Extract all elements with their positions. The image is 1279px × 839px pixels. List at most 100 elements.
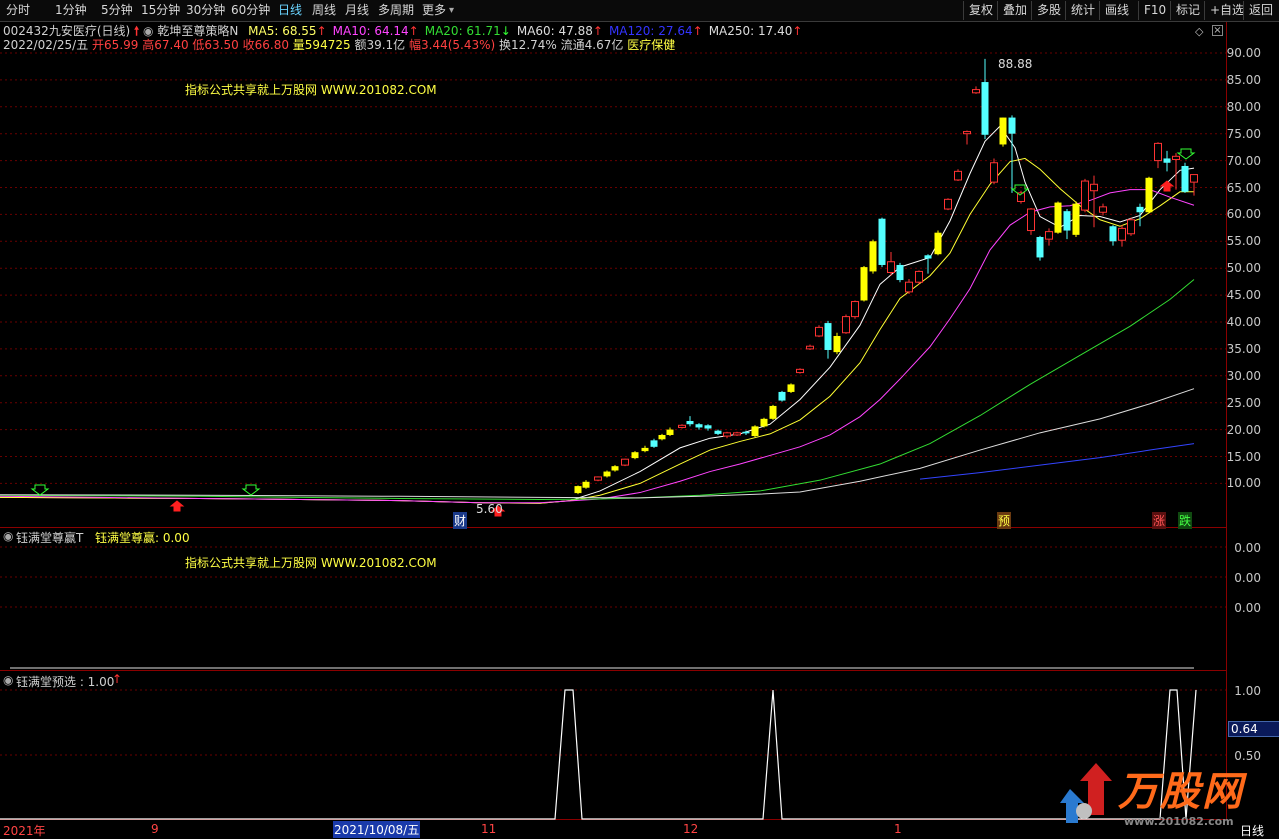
price-ytick: 70.00 — [1226, 153, 1261, 168]
candle-body — [733, 432, 741, 436]
candle-body — [1145, 177, 1153, 213]
candle-body — [851, 301, 859, 318]
candle-body — [695, 424, 703, 428]
cai-flag[interactable]: 财 — [453, 512, 468, 529]
price-ytick: 40.00 — [1226, 315, 1261, 329]
price-ytick: 35.00 — [1226, 341, 1261, 356]
pane2-ytick-2: 0.00 — [1234, 571, 1261, 585]
price-ytick: 30.00 — [1226, 368, 1261, 383]
xaxis-label-2021: 2021年 — [3, 824, 46, 838]
candle-body — [582, 481, 590, 488]
up-arrow-icon — [169, 500, 185, 512]
candle-body — [796, 368, 804, 374]
xaxis-label-9: 9 — [151, 822, 159, 836]
ma60-line — [0, 279, 1195, 501]
candle-body — [824, 323, 832, 350]
pane2-settings-icon[interactable]: ◉ — [3, 529, 13, 543]
ma250-line — [919, 443, 1195, 480]
low-price-label: 5.60 — [476, 502, 503, 516]
candle-body — [1072, 203, 1080, 235]
xaxis-cursor-date: 2021/10/08/五 — [333, 821, 421, 838]
die-flag[interactable]: 跌 — [1178, 512, 1193, 529]
candle-body — [658, 434, 666, 440]
candle-body — [833, 335, 841, 353]
candle-body — [1127, 219, 1135, 235]
candle-body — [574, 486, 582, 494]
candle-body — [787, 384, 795, 392]
high-price-label: 88.88 — [998, 57, 1033, 71]
candle-body — [666, 429, 674, 435]
ma10-line — [0, 157, 1194, 504]
price-ytick: 20.00 — [1226, 422, 1261, 437]
xaxis-label-12: 12 — [683, 822, 699, 836]
price-ytick: 65.00 — [1226, 180, 1261, 195]
price-ytick: 10.00 — [1226, 476, 1261, 491]
candles — [574, 58, 1198, 495]
candle-body — [1008, 117, 1016, 134]
candle-body — [742, 431, 750, 434]
candle-body — [1054, 202, 1062, 233]
candle-body — [887, 261, 895, 274]
candle-body — [1118, 227, 1126, 241]
candle-body — [999, 117, 1007, 145]
ma120-line — [0, 388, 1195, 499]
candle-body — [878, 218, 886, 265]
up-arrow-icon — [1159, 180, 1175, 192]
price-ytick: 50.00 — [1226, 261, 1261, 276]
candle-body — [594, 476, 602, 481]
candle-body — [1063, 211, 1071, 231]
candle-body — [934, 232, 942, 255]
down-arrow-icon — [30, 484, 50, 496]
price-ytick: 45.00 — [1226, 288, 1261, 303]
zhang-flag[interactable]: 涨 — [1152, 512, 1167, 529]
price-ytick: 85.00 — [1226, 72, 1261, 87]
yu-flag[interactable]: 预 — [997, 512, 1012, 529]
candle-body — [869, 241, 877, 272]
candle-body — [1163, 158, 1171, 163]
price-ytick: 55.00 — [1226, 234, 1261, 249]
pane3-settings-icon[interactable]: ◉ — [3, 673, 13, 687]
price-ytick: 80.00 — [1226, 99, 1261, 114]
ma20-line — [0, 189, 1195, 504]
candle-body — [641, 447, 649, 452]
price-ytick: 15.00 — [1226, 449, 1261, 464]
logo-arrow-icon — [1060, 763, 1112, 823]
candle-body — [1036, 236, 1044, 258]
down-arrow-icon — [241, 484, 261, 496]
candle-body — [806, 345, 814, 350]
candle-body — [944, 198, 952, 210]
candle-body — [686, 420, 694, 425]
pane3-ytick-1: 1.00 — [1234, 684, 1261, 698]
candle-body — [954, 170, 962, 181]
ma-lines — [0, 125, 1195, 504]
cursor-value-tag: 0.64 — [1228, 721, 1279, 737]
candle-body — [723, 432, 731, 437]
candle-body — [963, 131, 971, 135]
xaxis-label-11: 11 — [481, 822, 497, 836]
candle-body — [1136, 206, 1144, 213]
down-arrow-icon — [1176, 148, 1196, 160]
candle-body — [905, 281, 913, 293]
candle-body — [981, 82, 989, 135]
site-logo: 万股网 www.201082.com — [1060, 755, 1260, 835]
candle-body — [650, 440, 658, 447]
ma5-line — [0, 125, 1195, 504]
candle-body — [924, 255, 932, 259]
candle-body — [621, 458, 629, 466]
candle-body — [631, 452, 639, 459]
candle-body — [1109, 226, 1117, 242]
price-ytick: 90.00 — [1226, 46, 1261, 60]
candle-body — [990, 162, 998, 183]
pane2-title[interactable]: 钰满堂尊赢T — [16, 529, 83, 546]
pane3-up-arrow-icon: ↑ — [112, 672, 123, 686]
candle-body — [778, 391, 786, 401]
candle-body — [769, 405, 777, 419]
kline-chart[interactable] — [0, 0, 1279, 839]
pane2-ytick-1: 0.00 — [1234, 541, 1261, 555]
candle-body — [1099, 206, 1107, 213]
candle-body — [896, 264, 904, 281]
pane3-title[interactable]: 钰满堂预选 : 1.00 — [16, 673, 114, 690]
candle-body — [1081, 180, 1089, 211]
price-ytick: 75.00 — [1226, 126, 1261, 141]
candle-body — [915, 270, 923, 283]
